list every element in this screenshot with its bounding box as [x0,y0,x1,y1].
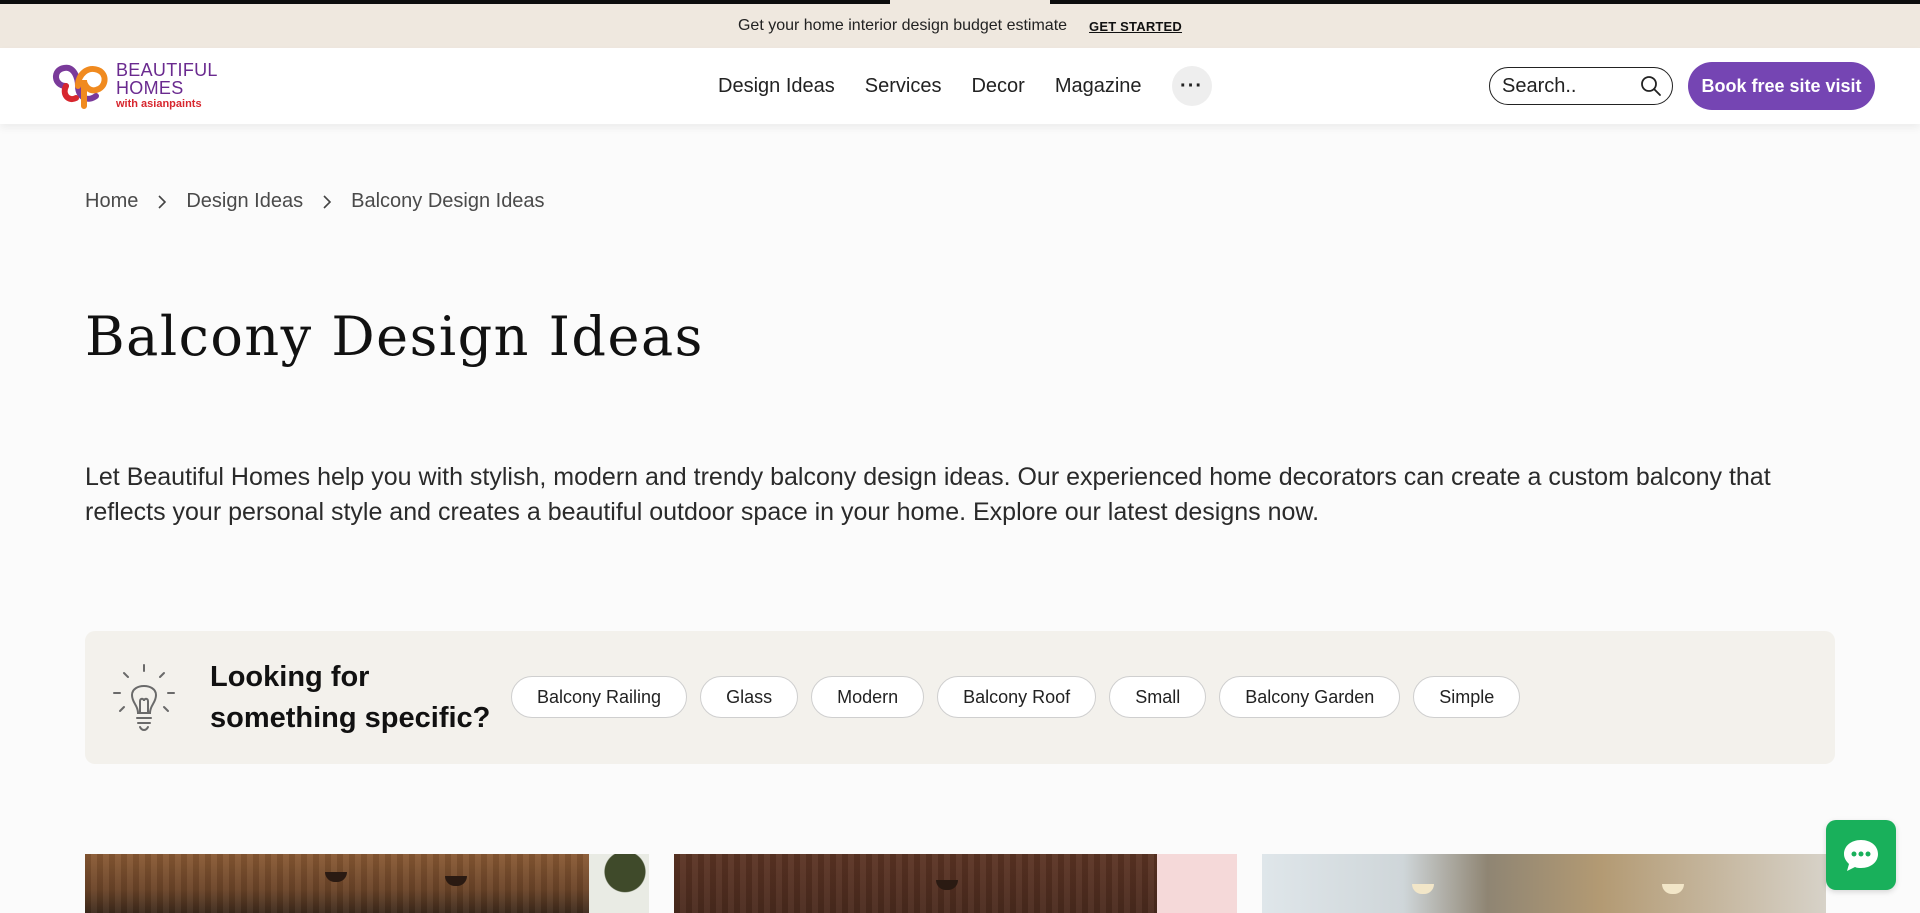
logo[interactable]: BEAUTIFUL HOMES with asianpaints [48,58,238,112]
logo-line1: BEAUTIFUL [116,59,218,80]
design-card-image[interactable] [674,854,1237,913]
tree-background [589,854,649,913]
announcement-notch [890,0,1050,4]
page-title: Balcony Design Ideas [85,305,704,368]
ceiling-light [1412,884,1434,894]
chat-icon [1844,840,1878,871]
breadcrumb: Home Design Ideas Balcony Design Ideas [85,190,545,213]
chip-simple[interactable]: Simple [1413,676,1521,718]
chip-balcony-railing[interactable]: Balcony Railing [511,676,688,718]
design-card-image[interactable] [1262,854,1826,913]
ceiling-light [1662,884,1684,894]
search-input[interactable] [1502,74,1640,98]
logo-line3: with asianpaints [116,97,202,110]
chip-small[interactable]: Small [1109,676,1207,718]
pink-wall [1157,854,1237,913]
breadcrumb-home[interactable]: Home [85,190,138,213]
logo-line2: HOMES [116,77,184,98]
nav-design-ideas[interactable]: Design Ideas [718,75,835,98]
lightbulb-icon [113,664,175,731]
announcement-message: Get your home interior design budget est… [737,17,1068,34]
tag-chips: Balcony Railing Glass Modern Balcony Roo… [511,676,1533,718]
site-header: BEAUTIFUL HOMES with asianpaints Design … [0,48,1920,124]
chevron-right-icon [138,194,186,210]
chip-glass[interactable]: Glass [700,676,799,718]
search-box [1489,67,1673,105]
more-menu-button[interactable]: ··· [1171,66,1212,106]
ellipsis-icon: ··· [1180,74,1204,97]
chip-modern[interactable]: Modern [811,676,925,718]
nav-services[interactable]: Services [865,75,942,98]
chevron-right-icon [303,194,351,210]
nav-decor[interactable]: Decor [971,75,1024,98]
book-site-visit-button[interactable]: Book free site visit [1688,62,1875,110]
chip-balcony-garden[interactable]: Balcony Garden [1219,676,1401,718]
logo-mark-icon [53,64,108,109]
main-nav: Design Ideas Services Decor Magazine ··· [718,48,1212,124]
design-card-image[interactable] [85,854,649,913]
breadcrumb-current: Balcony Design Ideas [351,190,545,212]
intro-text: Let Beautiful Homes help you with stylis… [85,463,1771,526]
announcement-bar: Get your home interior design budget est… [0,0,1920,48]
looking-for-heading: Looking for something specific? [210,661,491,734]
chat-button[interactable] [1826,820,1896,890]
get-started-link[interactable]: GET STARTED [1089,19,1182,34]
chip-balcony-roof[interactable]: Balcony Roof [937,676,1097,718]
nav-magazine[interactable]: Magazine [1055,75,1142,98]
breadcrumb-design-ideas[interactable]: Design Ideas [186,190,303,213]
looking-for-panel: Looking for something specific? Balcony … [85,631,1835,764]
search-icon[interactable] [1640,75,1662,97]
